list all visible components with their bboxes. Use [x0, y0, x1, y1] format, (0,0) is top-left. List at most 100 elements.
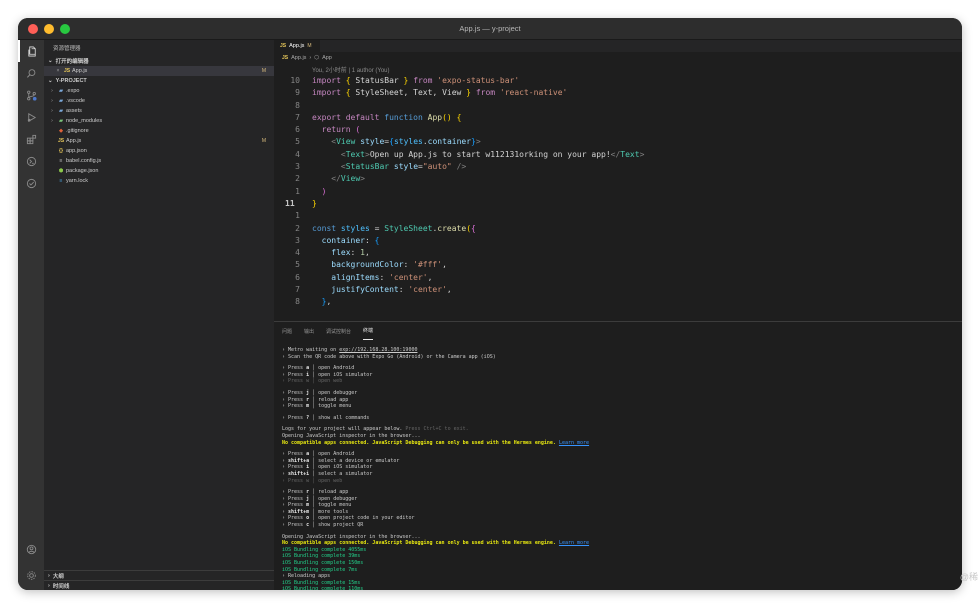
account-icon[interactable] — [18, 538, 44, 560]
file-tree-label: babel.config.js — [66, 158, 102, 164]
line-number: 7 — [295, 112, 300, 122]
terminal-segment: │ show project QR — [309, 522, 364, 529]
terminal[interactable]: › Metro waiting on exp://192.168.28.100:… — [274, 340, 962, 590]
terminal-segment: iOS Bundling complete 150ms — [282, 560, 364, 567]
outline-section[interactable]: › 大纲 — [44, 570, 274, 580]
code-line[interactable]: 3 <StatusBar style="auto" /> — [274, 161, 962, 173]
code-line[interactable]: 9 import { StyleSheet, Text, View } from … — [274, 87, 962, 99]
folder-item[interactable]: › ▰ node_modules — [44, 116, 274, 126]
code-line[interactable]: 10 import { StatusBar } from 'expo-status… — [274, 75, 962, 87]
code-editor[interactable]: 10 import { StatusBar } from 'expo-status… — [274, 75, 962, 320]
code-text: <View style={styles.container}> — [302, 136, 480, 148]
code-line[interactable]: 2 const styles = StyleSheet.create({ — [274, 223, 962, 235]
chevron-right-icon: › — [51, 88, 53, 94]
file-item[interactable]: ⬢ package.json — [44, 166, 274, 176]
folder-item[interactable]: › ▰ assets — [44, 106, 274, 116]
code-token: alignItems — [331, 272, 380, 282]
code-line[interactable]: 11} — [274, 198, 962, 210]
code-token: , — [365, 248, 370, 258]
file-item[interactable]: JS App.js M — [44, 136, 274, 146]
terminal-line: › Press o │ open project code in your ed… — [282, 515, 962, 522]
terminal-segment: › Scan the QR code above with Expo Go (A… — [282, 353, 496, 360]
file-icon: ◆ — [59, 128, 63, 134]
file-item[interactable]: ≡ babel.config.js — [44, 156, 274, 166]
code-token: StatusBar — [350, 76, 404, 85]
file-icon: JS — [57, 138, 65, 144]
learn-more-link[interactable]: Learn more — [559, 440, 589, 446]
panel-tab[interactable]: 输出 — [304, 322, 314, 340]
source-control-icon[interactable] — [18, 84, 44, 106]
code-text: backgroundColor: '#fff', — [302, 259, 447, 271]
code-line[interactable]: 1 ) — [274, 186, 962, 198]
files-icon[interactable] — [18, 40, 44, 62]
open-editors-section[interactable]: ⌄ 打开的编辑器 — [44, 56, 274, 66]
terminal-segment: › Press — [282, 414, 307, 421]
panel-tab[interactable]: 问题 — [282, 322, 292, 340]
code-line[interactable]: 7 export default function App() { — [274, 112, 962, 124]
code-line[interactable]: 1 — [274, 210, 962, 222]
chevron-right-icon: › — [309, 54, 312, 61]
terminal-segment: │ open debugger — [309, 389, 358, 396]
project-title: Y-PROJECT — [55, 78, 87, 84]
code-line[interactable]: 3 container: { — [274, 235, 962, 247]
run-debug-icon[interactable] — [18, 106, 44, 128]
breadcrumb-file[interactable]: App.js — [291, 55, 306, 61]
code-line[interactable]: 8 — [274, 100, 962, 112]
line-number: 8 — [295, 100, 300, 110]
learn-more-link[interactable]: Learn more — [559, 540, 589, 546]
timeline-section[interactable]: › 时间线 — [44, 580, 274, 590]
terminal-line: iOS Bundling complete 4055ms — [282, 547, 962, 554]
zoom-window-button[interactable] — [60, 24, 70, 34]
close-window-button[interactable] — [28, 24, 38, 34]
terminal-line: › Scan the QR code above with Expo Go (A… — [282, 354, 962, 361]
code-token: > — [360, 174, 365, 184]
folder-item[interactable]: › ▰ .expo — [44, 86, 274, 96]
code-token: : — [365, 235, 375, 245]
panel-tab[interactable]: 终端 — [363, 322, 374, 340]
git-blame-codelens[interactable]: You, 2小时前 | 1 author (You) — [312, 65, 390, 74]
line-number: 10 — [290, 76, 300, 85]
line-number: 2 — [295, 174, 300, 184]
terminal-line: iOS Bundling complete 15ms — [282, 580, 962, 587]
file-item[interactable]: ◆ .gitignore — [44, 126, 274, 136]
panel-tab[interactable]: 调试控制台 — [326, 322, 351, 340]
code-line[interactable]: 4 flex: 1, — [274, 247, 962, 259]
code-line[interactable]: 5 backgroundColor: '#fff', — [274, 259, 962, 271]
code-line[interactable]: 8 }, — [274, 296, 962, 308]
search-icon[interactable] — [18, 62, 44, 84]
code-line[interactable]: 4 <Text>Open up App.js to start w112131o… — [274, 149, 962, 161]
terminal-segment: › Press w │ open web — [282, 477, 343, 484]
file-item[interactable]: ≡ yarn.lock — [44, 176, 274, 186]
open-editor-item[interactable]: × JS App.js M — [44, 66, 274, 76]
terminal-line: iOS Bundling complete 39ms — [282, 553, 962, 560]
code-token: ) — [321, 186, 327, 196]
terminal-line: › Press c │ show project QR — [282, 522, 962, 529]
tab-app-js[interactable]: JS App.js M — [274, 40, 320, 52]
testing-icon[interactable] — [18, 172, 44, 194]
code-line[interactable]: 5 <View style={styles.container}> — [274, 136, 962, 148]
extensions-icon[interactable] — [18, 128, 44, 150]
code-line[interactable]: 6 alignItems: 'center', — [274, 272, 962, 284]
close-icon[interactable]: × — [54, 68, 62, 74]
settings-gear-icon[interactable] — [18, 564, 44, 586]
code-token: : — [398, 285, 409, 295]
terminal-segment: │ more tools — [309, 508, 349, 515]
code-token: default — [345, 112, 380, 122]
remote-icon[interactable] — [18, 150, 44, 172]
project-section[interactable]: ⌄ Y-PROJECT — [44, 76, 274, 86]
code-line[interactable]: 6 return ( — [274, 124, 962, 136]
open-editors-list: × JS App.js M — [44, 66, 274, 76]
breadcrumb-symbol[interactable]: App — [322, 55, 332, 61]
folder-item[interactable]: › ▰ .vscode — [44, 96, 274, 106]
minimize-window-button[interactable] — [44, 24, 54, 34]
code-token: } — [312, 198, 317, 208]
file-item[interactable]: {} app.json — [44, 146, 274, 156]
code-line[interactable]: 7 justifyContent: 'center', — [274, 284, 962, 296]
code-token: style — [360, 137, 385, 147]
code-line[interactable]: 2 </View> — [274, 173, 962, 185]
modified-badge: M — [261, 68, 266, 74]
